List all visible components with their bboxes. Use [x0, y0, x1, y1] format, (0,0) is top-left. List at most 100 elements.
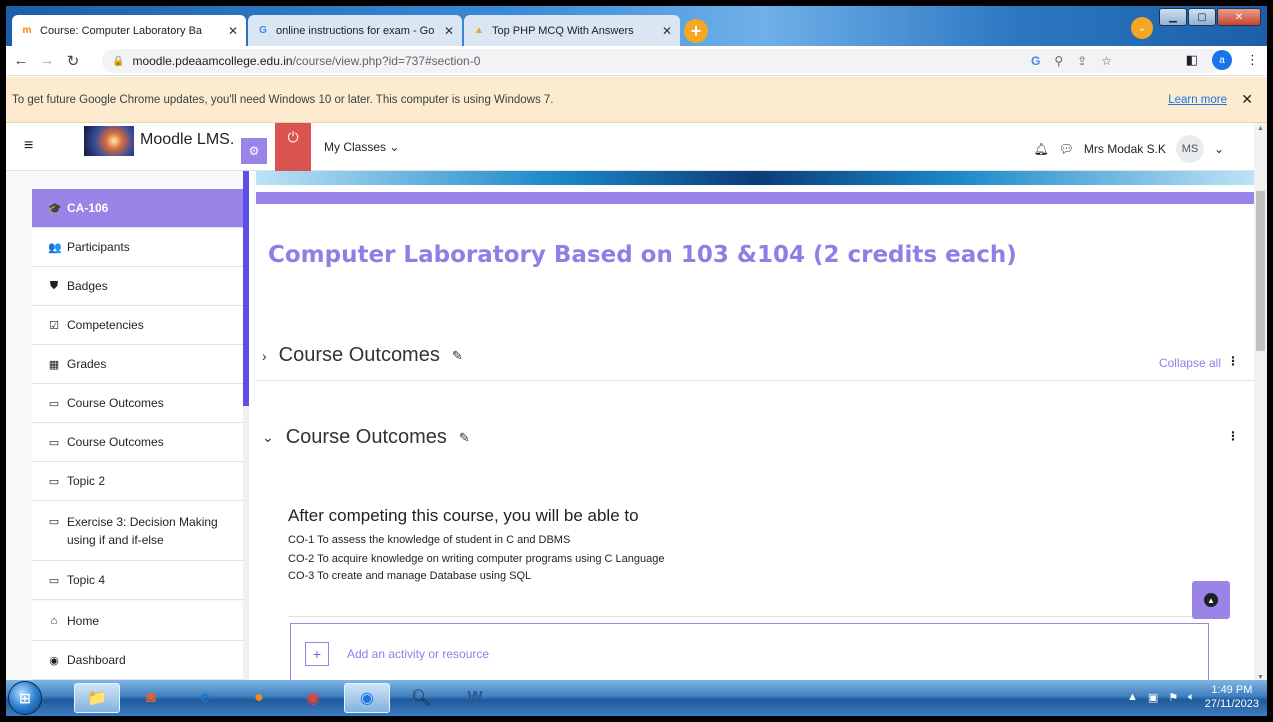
side-panel-icon[interactable]: ◧ — [1186, 52, 1198, 68]
plus-icon: + — [305, 641, 329, 666]
divider — [288, 616, 1208, 617]
pencil-icon[interactable]: ✎ — [452, 348, 463, 364]
pencil-icon[interactable]: ✎ — [459, 430, 470, 446]
minimize-icon[interactable]: ▁ — [1159, 8, 1187, 26]
chrome-icon[interactable]: ◉ — [290, 683, 336, 713]
profile-avatar[interactable]: a — [1212, 50, 1232, 70]
share-icon[interactable]: ⇪ — [1077, 54, 1087, 68]
add-activity-button[interactable]: + Add an activity or resource — [290, 623, 1209, 683]
back-icon[interactable]: ← — [10, 52, 32, 69]
sidebar-item-competencies[interactable]: ☑ Competencies — [32, 306, 243, 345]
zoom-icon[interactable]: ⚲ — [1054, 54, 1063, 68]
drawer-scrollbar-thumb[interactable] — [243, 171, 249, 406]
sidebar-item-home[interactable]: ⌂ Home — [32, 602, 243, 641]
word-icon[interactable]: W — [452, 683, 498, 713]
infobar-close-icon[interactable]: ✕ — [1241, 91, 1253, 108]
toolbar-right: ◧ a ⋮ — [1186, 50, 1259, 70]
file-explorer-icon[interactable]: 📁 — [74, 683, 120, 713]
sidebar-item-topic-2[interactable]: ▭ Topic 2 — [32, 462, 243, 501]
section-menu-icon[interactable]: ⋮ — [1227, 354, 1239, 368]
close-tab-icon[interactable]: ✕ — [228, 24, 238, 38]
sidebar-item-grades[interactable]: ▦ Grades — [32, 345, 243, 384]
office-icon[interactable]: ◙ — [128, 683, 174, 713]
sidebar-item-participants[interactable]: 👥 Participants — [32, 228, 243, 267]
chevron-down-icon[interactable]: ⌄ — [262, 429, 274, 446]
maximize-icon[interactable]: ▢ — [1188, 8, 1216, 26]
tab-search-button[interactable]: ⌄ — [1131, 17, 1153, 39]
sidebar-item-course[interactable]: 🎓 CA-106 — [32, 189, 243, 228]
sidebar-item-dashboard[interactable]: ◉ Dashboard — [32, 641, 243, 680]
section-menu-icon[interactable]: ⋮ — [1227, 429, 1239, 443]
user-name[interactable]: Mrs Modak S.K — [1084, 142, 1166, 156]
sidebar-item-label: Dashboard — [67, 653, 126, 667]
my-classes-menu[interactable]: My Classes ⌄ — [324, 140, 399, 154]
bookmark-star-icon[interactable]: ☆ — [1101, 54, 1112, 68]
collapse-all-link[interactable]: Collapse all — [1159, 356, 1221, 370]
infobar-message: To get future Google Chrome updates, you… — [12, 93, 554, 106]
dashboard-icon: ◉ — [49, 654, 59, 667]
section-header[interactable]: › Course Outcomes ✎ — [262, 344, 463, 367]
sidebar-item-exercise-3[interactable]: ▭ Exercise 3: Decision Making using if a… — [32, 501, 243, 561]
reload-icon[interactable]: ↻ — [62, 52, 84, 70]
update-infobar: To get future Google Chrome updates, you… — [6, 77, 1267, 123]
show-hidden-icons-icon[interactable]: ▲ — [1127, 691, 1138, 703]
sidebar-item-label: Topic 2 — [67, 474, 106, 488]
chrome-menu-icon[interactable]: ⋮ — [1246, 52, 1259, 68]
internet-explorer-icon[interactable]: e — [182, 683, 228, 713]
taskbar-clock[interactable]: 1:49 PM 27/11/2023 — [1205, 683, 1259, 711]
window-close-icon[interactable]: ✕ — [1217, 8, 1261, 26]
chevron-right-icon[interactable]: › — [262, 348, 267, 364]
section-title[interactable]: Course Outcomes — [286, 426, 447, 449]
new-tab-button[interactable]: + — [684, 19, 708, 43]
close-tab-icon[interactable]: ✕ — [444, 24, 454, 38]
course-banner-image — [256, 171, 1254, 185]
moodle-favicon-icon: m — [22, 25, 32, 36]
tab-google[interactable]: G online instructions for exam - Go ✕ — [248, 15, 462, 46]
notification-bell-icon[interactable]: 🔔︎ — [1033, 142, 1048, 156]
sidebar-item-badges[interactable]: ⛊ Badges — [32, 267, 243, 306]
sidebar-item-course-outcomes-2[interactable]: ▭ Course Outcomes — [32, 423, 243, 462]
sidebar-item-label: Course Outcomes — [67, 396, 164, 410]
back-to-top-button[interactable]: ▲ — [1192, 581, 1230, 619]
browser-tab-strip: m Course: Computer Laboratory Ba ✕ G onl… — [6, 6, 1267, 46]
volume-icon[interactable]: 🔈︎ — [1188, 691, 1195, 704]
avatar[interactable]: MS — [1175, 135, 1204, 163]
omnibox-actions: G ⚲ ⇪ ☆ — [1031, 49, 1112, 73]
page-scrollbar[interactable]: ▲ ▼ — [1254, 123, 1267, 683]
scroll-up-icon[interactable]: ▲ — [1257, 125, 1264, 132]
sidebar-item-label: Home — [67, 614, 100, 628]
google-lens-icon[interactable]: G — [1031, 54, 1040, 68]
section-header[interactable]: ⌄ Course Outcomes ✎ — [262, 426, 470, 449]
network-icon[interactable]: ▣ — [1148, 691, 1158, 704]
start-button[interactable]: ⊞ — [8, 681, 42, 715]
tab-course[interactable]: m Course: Computer Laboratory Ba ✕ — [12, 15, 246, 46]
tab-title: Top PHP MCQ With Answers — [492, 24, 634, 37]
sidebar-item-label: Participants — [67, 240, 130, 254]
forward-icon[interactable]: → — [36, 52, 58, 69]
drawer-scrollbar[interactable] — [243, 171, 249, 683]
power-icon[interactable]: ⏻ — [275, 123, 311, 171]
settings-cogs-icon[interactable]: ⚙ — [241, 138, 267, 164]
sidebar-item-label: Course Outcomes — [67, 435, 164, 449]
site-name[interactable]: Moodle LMS. — [140, 131, 234, 149]
chrome-active-icon[interactable]: ◉ — [344, 683, 390, 713]
site-logo[interactable] — [84, 126, 134, 156]
divider — [256, 380, 1254, 381]
user-menu-caret[interactable]: ⌄ — [1214, 142, 1224, 156]
scrollbar-thumb[interactable] — [1256, 191, 1265, 351]
action-center-icon[interactable]: ⚑ — [1168, 691, 1178, 704]
address-bar[interactable]: 🔒 moodle.pdeaamcollege.edu.in /course/vi… — [102, 49, 1222, 73]
tab-php-mcq[interactable]: ▲ Top PHP MCQ With Answers ✕ — [464, 15, 680, 46]
close-tab-icon[interactable]: ✕ — [662, 24, 672, 38]
messages-icon[interactable]: 💬︎ — [1059, 142, 1074, 156]
google-favicon-icon: G — [259, 25, 267, 36]
menu-toggle-icon[interactable]: ≡ — [24, 137, 33, 155]
sidebar-item-topic-4[interactable]: ▭ Topic 4 — [32, 561, 243, 600]
learn-more-link[interactable]: Learn more — [1168, 94, 1227, 106]
firefox-icon[interactable]: ● — [236, 683, 282, 713]
magnifier-icon[interactable]: 🔍︎ — [398, 683, 444, 713]
section-title[interactable]: Course Outcomes — [279, 344, 440, 367]
lock-icon: 🔒 — [112, 55, 125, 67]
sidebar-item-course-outcomes[interactable]: ▭ Course Outcomes — [32, 384, 243, 423]
user-nav: 🔔︎ 💬︎ Mrs Modak S.K MS ⌄ — [1033, 135, 1224, 163]
